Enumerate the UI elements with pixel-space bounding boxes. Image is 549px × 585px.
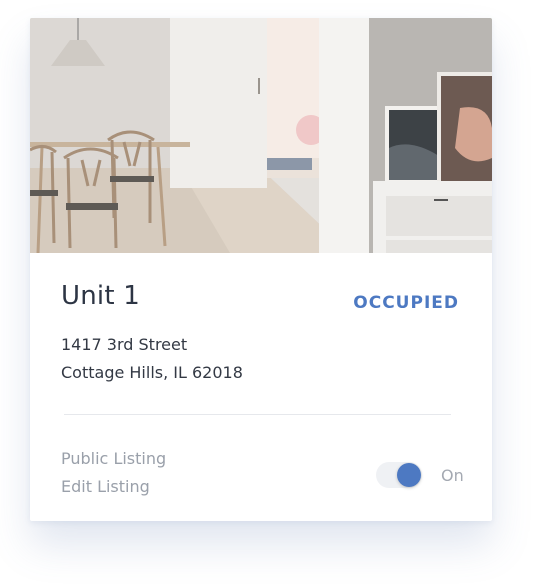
unit-photo — [30, 18, 492, 253]
status-badge: OCCUPIED — [353, 293, 459, 313]
public-listing-toggle[interactable] — [376, 462, 422, 488]
address-line-1: 1417 3rd Street — [61, 335, 188, 354]
toggle-state-label: On — [441, 466, 464, 485]
address-line-2: Cottage Hills, IL 62018 — [61, 363, 243, 382]
public-listing-link[interactable]: Public Listing — [61, 449, 166, 468]
unit-title: Unit 1 — [61, 281, 140, 311]
unit-card: Unit 1 OCCUPIED 1417 3rd Street Cottage … — [30, 18, 492, 521]
edit-listing-link[interactable]: Edit Listing — [61, 477, 150, 496]
divider — [64, 414, 451, 415]
toggle-knob — [397, 463, 421, 487]
